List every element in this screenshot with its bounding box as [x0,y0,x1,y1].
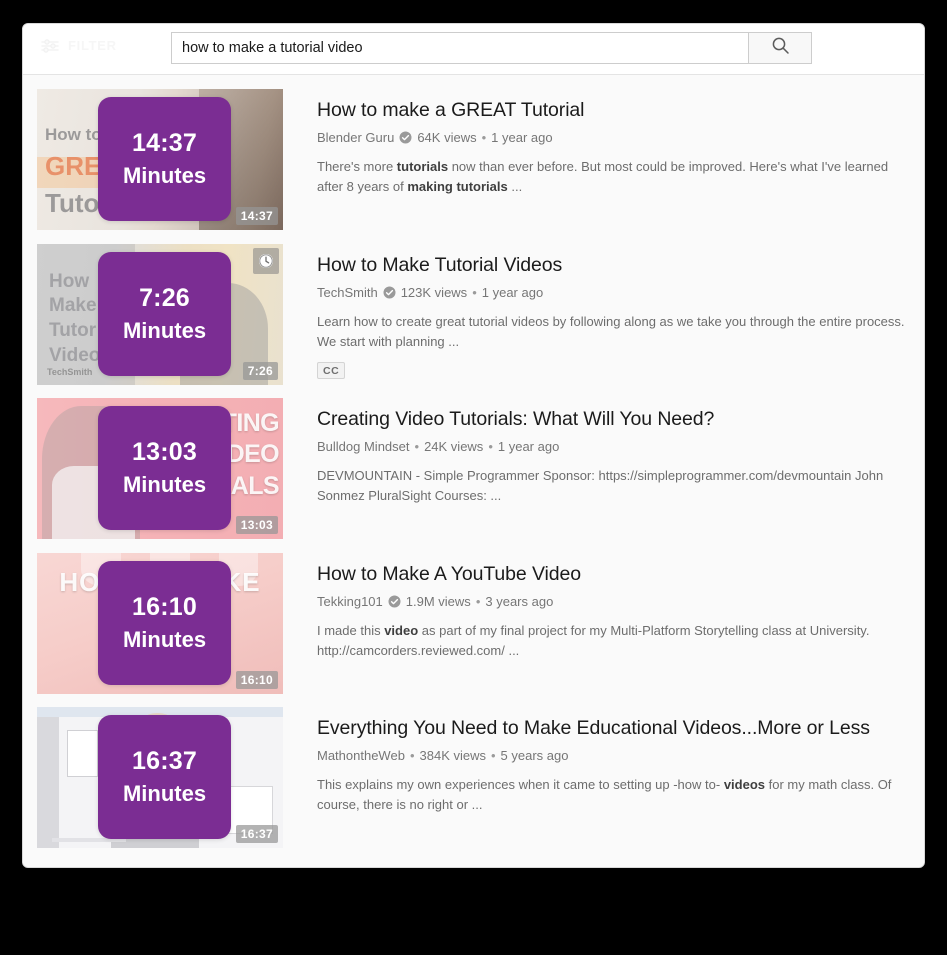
video-description: Learn how to create great tutorial video… [317,312,906,352]
overlay-time: 14:37 [132,129,197,157]
result-item[interactable]: How Make Tutor Video TechSmith 7:26 Minutes [23,243,924,386]
video-title[interactable]: Creating Video Tutorials: What Will You … [317,408,906,431]
video-title[interactable]: How to make a GREAT Tutorial [317,99,906,122]
result-meta: Creating Video Tutorials: What Will You … [283,398,906,540]
video-description: I made this video as part of my final pr… [317,621,906,661]
result-item[interactable]: How to m GRE Tutorial 14:37 Minutes 14:37 … [23,89,924,231]
view-count: 64K views [417,130,477,146]
screenshot-root: FILTER how to make a tutorial video How … [0,0,947,955]
search-button[interactable] [748,32,812,64]
video-description: There's more tutorials now than ever bef… [317,157,906,197]
video-byline: MathontheWeb • 384K views • 5 years ago [317,748,906,763]
channel-name[interactable]: Tekking101 [317,594,383,609]
cc-badge: CC [317,362,346,380]
separator: • [409,748,415,764]
duration-overlay: 7:26 Minutes [98,251,231,376]
search-icon [771,36,790,60]
channel-watermark: TechSmith [47,366,93,377]
overlay-unit: Minutes [122,317,207,343]
result-meta: How to Make A YouTube Video Tekking101 1… [283,553,906,695]
overlay-unit: Minutes [122,163,207,188]
separator: • [490,748,496,764]
overlay-unit: Minutes [122,626,207,652]
duration-overlay: 16:37 Minutes [98,715,231,839]
separator: • [481,130,487,146]
upload-age: 5 years ago [500,748,569,764]
desc-part: I made this [317,622,385,638]
channel-name[interactable]: Blender Guru [317,130,394,145]
view-count: 123K views [400,284,468,300]
watch-later-icon[interactable] [253,247,279,274]
separator: • [488,439,493,455]
video-thumbnail[interactable]: 16:37 Minutes 16:37 [37,707,283,848]
verified-icon [383,286,396,299]
desc-part: This explains my own experiences when it… [317,777,724,793]
video-byline: Bulldog Mindset • 24K views • 1 year ago [317,439,906,454]
tune-filter-icon [41,38,59,53]
desc-highlight: video [384,622,419,638]
result-meta: How to Make Tutorial Videos TechSmith 12… [283,244,906,386]
desc-part: There's more [317,159,397,175]
channel-name[interactable]: MathontheWeb [317,748,405,763]
view-count: 1.9M views [405,593,471,609]
upload-age: 3 years ago [485,593,554,609]
separator: • [414,439,420,455]
duration-badge: 14:37 [235,207,278,225]
desc-part: ... [507,179,523,195]
video-thumbnail[interactable]: How Make Tutor Video TechSmith 7:26 Minutes [37,243,283,385]
duration-overlay: 14:37 Minutes [98,97,231,221]
upload-age: 1 year ago [491,130,553,146]
upload-age: 1 year ago [481,284,544,300]
video-byline: Tekking101 1.9M views • 3 years ago [317,594,906,609]
filter-button[interactable]: FILTER [41,38,117,53]
video-title[interactable]: How to Make Tutorial Videos [317,254,906,277]
view-count: 24K views [424,439,484,455]
overlay-time: 13:03 [132,438,197,466]
filter-label: FILTER [68,38,117,53]
video-thumbnail[interactable]: CREATINGVIDEOTUTORIALS 13:03 Minutes 13:… [37,398,283,539]
result-meta: Everything You Need to Make Educational … [283,707,906,849]
duration-badge: 16:10 [235,670,278,689]
verified-icon [399,131,412,144]
verified-icon [388,595,401,608]
overlay-unit: Minutes [122,781,207,806]
overlay-time: 16:37 [132,747,197,775]
result-item[interactable]: HOW TO MAKE A VIDEO 16:10 Minutes 16:10 … [23,552,924,695]
video-description: DEVMOUNTAIN - Simple Programmer Sponsor:… [317,466,906,506]
desc-highlight: tutorials [396,159,449,175]
result-item[interactable]: 16:37 Minutes 16:37 Everything You Need … [23,707,924,849]
channel-name[interactable]: TechSmith [317,285,378,300]
desc-part: Learn how to create great tutorial video… [317,313,905,349]
video-byline: TechSmith 123K views • 1 year ago [317,285,906,300]
overlay-unit: Minutes [122,472,207,497]
duration-badge: 16:37 [235,825,278,843]
result-item[interactable]: CREATINGVIDEOTUTORIALS 13:03 Minutes 13:… [23,398,924,540]
overlay-time: 7:26 [139,283,190,312]
duration-badge: 13:03 [235,516,278,534]
video-thumbnail[interactable]: How to m GRE Tutorial 14:37 Minutes 14:37 [37,89,283,230]
upload-age: 1 year ago [497,439,560,455]
video-byline: Blender Guru 64K views • 1 year ago [317,130,906,145]
search-results-panel: FILTER how to make a tutorial video How … [22,23,925,868]
video-description: This explains my own experiences when it… [317,775,906,815]
duration-overlay: 13:03 Minutes [98,406,231,530]
video-title[interactable]: How to Make A YouTube Video [317,563,906,586]
search-input[interactable] [171,32,748,64]
video-thumbnail[interactable]: HOW TO MAKE A VIDEO 16:10 Minutes 16:10 [37,552,283,694]
duration-overlay: 16:10 Minutes [98,560,231,685]
view-count: 384K views [419,748,486,764]
desc-part: DEVMOUNTAIN - Simple Programmer Sponsor:… [317,468,884,504]
search-bar [171,32,812,64]
page-header: FILTER [23,24,924,75]
video-title[interactable]: Everything You Need to Make Educational … [317,717,906,740]
desc-highlight: videos [723,777,765,793]
separator: • [475,593,481,609]
result-meta: How to make a GREAT Tutorial Blender Gur… [283,89,906,231]
overlay-time: 16:10 [132,592,197,621]
duration-badge: 7:26 [242,361,278,380]
separator: • [472,284,477,300]
channel-name[interactable]: Bulldog Mindset [317,439,410,454]
results-list: How to m GRE Tutorial 14:37 Minutes 14:37 … [23,75,924,867]
desc-highlight: making tutorials [407,179,508,195]
